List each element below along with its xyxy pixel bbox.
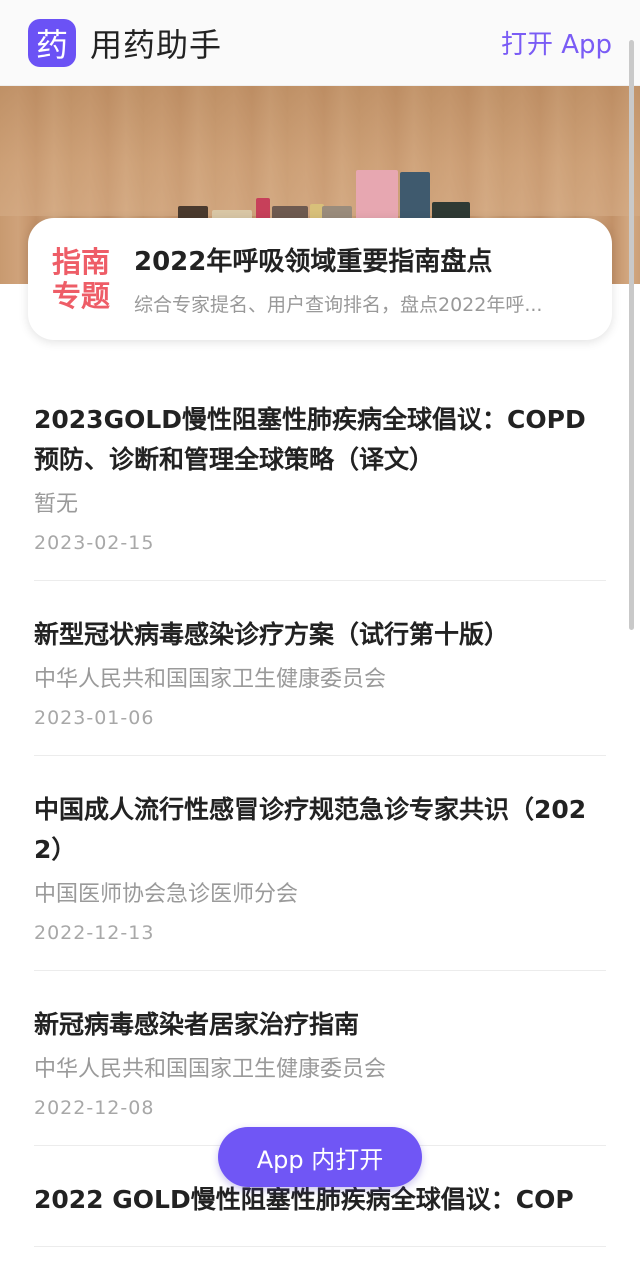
item-source: 中华人民共和国国家卫生健康委员会 bbox=[34, 1057, 387, 1082]
item-date: 2022-12-13 bbox=[34, 922, 155, 944]
book-illustration bbox=[400, 172, 430, 220]
guide-topic-card[interactable]: 指南 专题 2022年呼吸领域重要指南盘点 综合专家提名、用户查询排名，盘点20… bbox=[28, 218, 612, 340]
item-title: 中国成人流行性感冒诊疗规范急诊专家共识（2022） bbox=[34, 795, 587, 864]
item-date: 2022-12-08 bbox=[34, 1097, 155, 1119]
banner-wall bbox=[0, 86, 640, 216]
item-title: 新冠病毒感染者居家治疗指南 bbox=[34, 1010, 360, 1039]
topic-title: 2022年呼吸领域重要指南盘点 bbox=[134, 247, 493, 277]
scrollbar[interactable] bbox=[629, 40, 634, 630]
item-source: 中国医师协会急诊医师分会 bbox=[34, 882, 299, 907]
open-app-link[interactable]: 打开 App bbox=[501, 24, 612, 61]
topic-tag: 指南 专题 bbox=[52, 245, 116, 313]
topic-text: 2022年呼吸领域重要指南盘点 综合专家提名、用户查询排名，盘点2022年呼..… bbox=[134, 241, 584, 317]
item-source: 中华人民共和国国家卫生健康委员会 bbox=[34, 667, 387, 692]
item-title: 2023GOLD慢性阻塞性肺疾病全球倡议：COPD预防、诊断和管理全球策略（译文… bbox=[34, 405, 586, 474]
list-item[interactable]: 2022 GOLD慢性阻塞性肺疾病全球倡议：COP bbox=[34, 1180, 606, 1247]
topic-tag-line1: 指南 bbox=[52, 245, 111, 279]
item-title: 新型冠状病毒感染诊疗方案（试行第十版） bbox=[34, 620, 510, 649]
list-item[interactable]: 新型冠状病毒感染诊疗方案（试行第十版） 中华人民共和国国家卫生健康委员会 202… bbox=[34, 615, 606, 756]
book-illustration bbox=[356, 170, 398, 220]
item-source: 暂无 bbox=[34, 492, 79, 517]
list-item[interactable]: 2023GOLD慢性阻塞性肺疾病全球倡议：COPD预防、诊断和管理全球策略（译文… bbox=[34, 400, 606, 581]
topic-tag-line2: 专题 bbox=[52, 279, 111, 313]
book-illustration bbox=[256, 198, 270, 220]
app-logo: 药 bbox=[28, 18, 76, 67]
list-item[interactable]: 新冠病毒感染者居家治疗指南 中华人民共和国国家卫生健康委员会 2022-12-0… bbox=[34, 1005, 606, 1146]
app-name: 用药助手 bbox=[90, 25, 223, 64]
item-date: 2023-02-15 bbox=[34, 532, 155, 554]
item-date: 2023-01-06 bbox=[34, 707, 155, 729]
top-bar: 药 用药助手 打开 App bbox=[0, 0, 640, 86]
list-item[interactable]: 中国成人流行性感冒诊疗规范急诊专家共识（2022） 中国医师协会急诊医师分会 2… bbox=[34, 790, 606, 971]
topic-description: 综合专家提名、用户查询排名，盘点2022年呼... bbox=[134, 294, 543, 316]
open-in-app-button[interactable]: App 内打开 bbox=[218, 1127, 422, 1187]
